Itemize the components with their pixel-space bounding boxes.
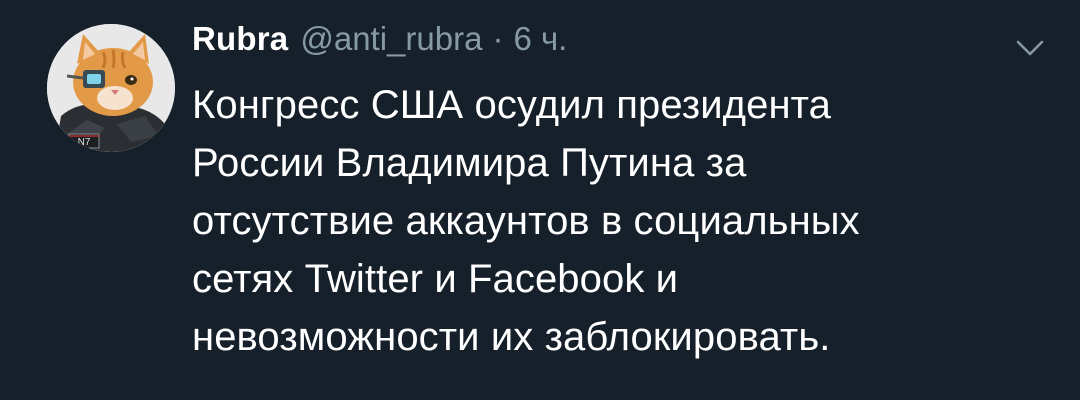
timestamp[interactable]: 6 ч.: [513, 20, 567, 58]
tweet-text-line: России Владимира Путина за: [192, 141, 747, 185]
avatar-image: N7: [47, 24, 175, 152]
display-name[interactable]: Rubra: [192, 20, 288, 58]
tweet-text-line: сетях Twitter и Facebook и: [192, 257, 679, 301]
tweet-header: Rubra @anti_rubra · 6 ч.: [192, 20, 567, 68]
tweet-text-line: невозможности их заблокировать.: [192, 315, 831, 359]
tweet[interactable]: N7 Rubra @anti_rubra · 6 ч. Конгресс США…: [0, 0, 1080, 400]
tweet-text-line: отсутствие аккаунтов в социальных: [192, 199, 860, 243]
svg-text:N7: N7: [78, 137, 91, 148]
tweet-text: Конгресс США осудил президента России Вл…: [192, 76, 1052, 366]
handle[interactable]: @anti_rubra: [300, 20, 482, 58]
tweet-text-line: Конгресс США осудил президента: [192, 83, 831, 127]
separator: ·: [492, 20, 504, 57]
avatar[interactable]: N7: [47, 24, 175, 152]
chevron-down-icon[interactable]: [1012, 34, 1048, 62]
